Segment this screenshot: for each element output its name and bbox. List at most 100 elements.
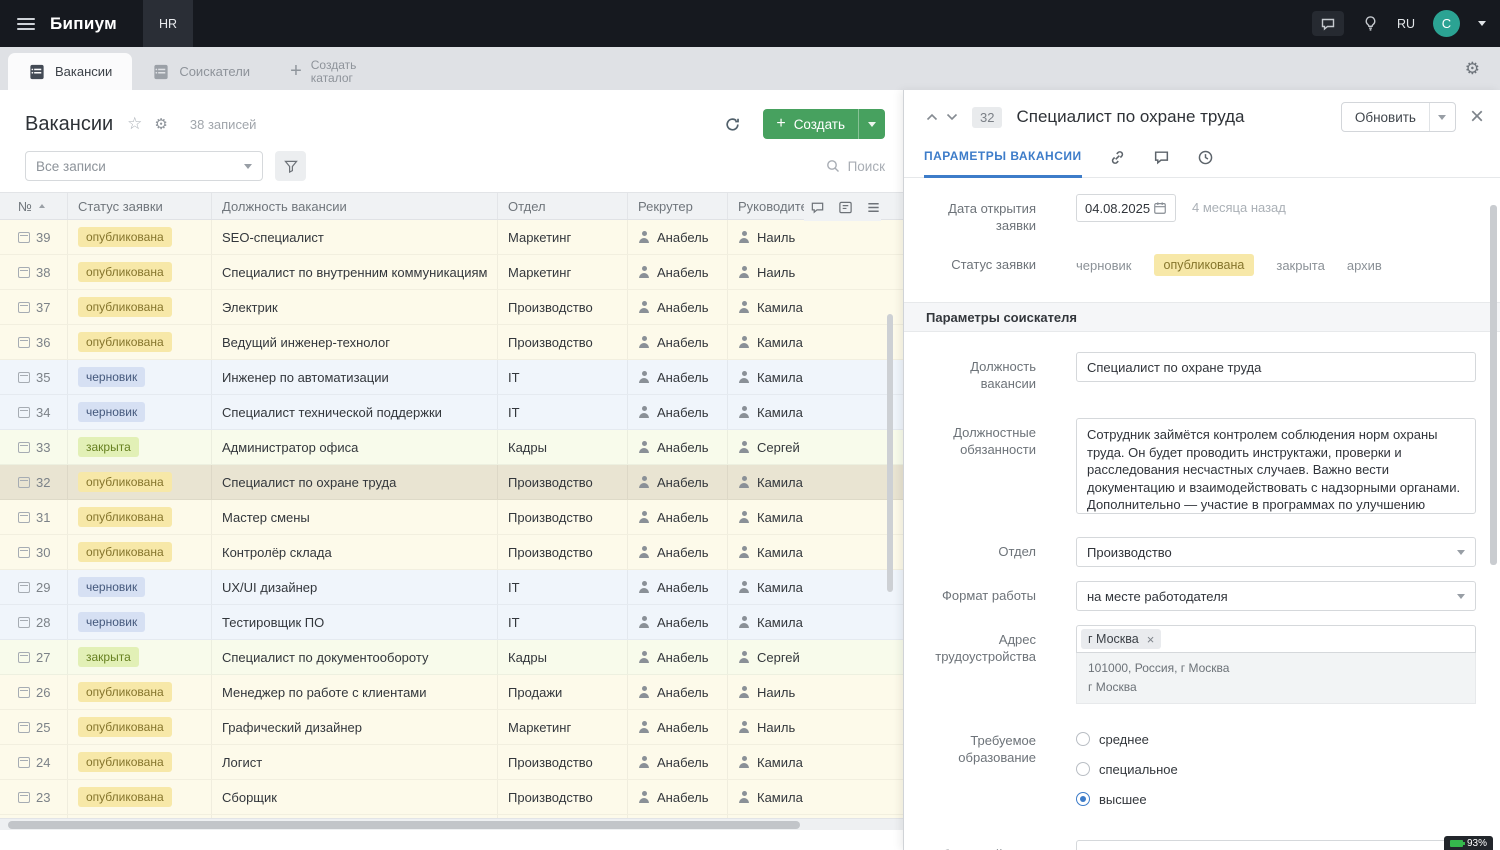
- remove-chip-icon[interactable]: ×: [1147, 633, 1155, 646]
- position-cell: Сборщик: [212, 780, 498, 814]
- status-option-published-selected[interactable]: опубликована: [1153, 254, 1255, 276]
- view-settings-icon[interactable]: [838, 200, 853, 215]
- status-badge: опубликована: [78, 787, 172, 807]
- catalog-settings-gear-icon[interactable]: ⚙: [154, 115, 167, 133]
- table-row[interactable]: 24 опубликована Логист Производство Анаб…: [0, 745, 903, 780]
- chevron-down-icon: [1457, 593, 1465, 599]
- open-date-input[interactable]: 04.08.2025: [1076, 194, 1176, 222]
- previous-record-button[interactable]: [922, 109, 942, 125]
- address-input[interactable]: г Москва ×: [1076, 625, 1476, 653]
- column-header-department[interactable]: Отдел: [498, 193, 628, 219]
- record-calendar-icon: [18, 406, 30, 418]
- tab-vacancies[interactable]: Вакансии: [8, 53, 133, 90]
- filter-button[interactable]: [275, 151, 306, 181]
- manager-cell: Камила: [757, 474, 803, 490]
- duties-textarea[interactable]: Сотрудник займётся контролем соблюдения …: [1076, 418, 1476, 514]
- create-record-split-button[interactable]: + Создать: [763, 109, 885, 139]
- tab-applicants[interactable]: Соискатели: [132, 53, 270, 90]
- address-suggestion[interactable]: 101000, Россия, г Москва г Москва: [1076, 653, 1476, 704]
- status-option-closed[interactable]: закрыта: [1276, 258, 1325, 273]
- status-option-archive[interactable]: архив: [1347, 258, 1382, 273]
- search-input[interactable]: Поиск: [826, 159, 885, 174]
- manager-cell: Наиль: [757, 684, 796, 700]
- column-header-num[interactable]: №: [0, 193, 68, 219]
- chevron-down-icon: [868, 121, 876, 127]
- next-record-button[interactable]: [942, 109, 962, 125]
- manager-cell: Камила: [757, 544, 803, 560]
- person-icon: [638, 616, 650, 628]
- refresh-button[interactable]: [715, 109, 749, 139]
- table-row[interactable]: 33 закрыта Администратор офиса Кадры Ана…: [0, 430, 903, 465]
- language-switcher[interactable]: RU: [1397, 17, 1415, 31]
- position-cell: Электрик: [212, 290, 498, 324]
- update-button[interactable]: Обновить: [1342, 110, 1429, 125]
- education-option-special[interactable]: специальное: [1076, 756, 1178, 782]
- comments-column-icon[interactable]: [810, 200, 825, 215]
- horizontal-scrollbar-thumb[interactable]: [8, 821, 800, 829]
- record-calendar-icon: [18, 441, 30, 453]
- table-row[interactable]: 27 закрыта Специалист по документооборот…: [0, 640, 903, 675]
- tips-button[interactable]: [1362, 15, 1379, 32]
- column-header-recruiter[interactable]: Рекрутер: [628, 193, 728, 219]
- education-option-higher-selected[interactable]: высшее: [1076, 786, 1178, 812]
- create-record-dropdown[interactable]: [858, 109, 885, 139]
- table-vertical-scrollbar[interactable]: [887, 314, 893, 592]
- position-cell: Специалист по охране труда: [212, 465, 498, 499]
- position-input[interactable]: [1076, 352, 1476, 382]
- hamburger-menu-icon[interactable]: [17, 17, 35, 30]
- column-header-position[interactable]: Должность вакансии: [212, 193, 498, 219]
- work-format-select[interactable]: на месте работодателя: [1076, 581, 1476, 611]
- column-header-status[interactable]: Статус заявки: [68, 193, 212, 219]
- status-option-draft[interactable]: черновик: [1076, 258, 1132, 273]
- horizontal-scrollbar-track[interactable]: [0, 818, 903, 830]
- workspace-settings-gear-icon[interactable]: ⚙: [1465, 59, 1480, 79]
- table-row[interactable]: 25 опубликована Графический дизайнер Мар…: [0, 710, 903, 745]
- person-icon: [738, 371, 750, 383]
- experience-textarea[interactable]: Опыт работы от 2 лет в охране труда. Зна…: [1076, 840, 1476, 850]
- calendar-icon[interactable]: [1153, 201, 1167, 215]
- history-clock-icon[interactable]: [1197, 149, 1214, 166]
- view-filter-select[interactable]: Все записи: [25, 151, 263, 181]
- table-row[interactable]: 34 черновик Специалист технической подде…: [0, 395, 903, 430]
- favorite-star-icon[interactable]: ☆: [127, 114, 142, 134]
- department-select[interactable]: Производство: [1076, 537, 1476, 567]
- table-row[interactable]: 32 опубликована Специалист по охране тру…: [0, 465, 903, 500]
- list-view-icon[interactable]: [866, 200, 881, 215]
- table-row[interactable]: 39 опубликована SEO-специалист Маркетинг…: [0, 220, 903, 255]
- detail-vertical-scrollbar[interactable]: [1490, 205, 1497, 565]
- table-row[interactable]: 30 опубликована Контролёр склада Произво…: [0, 535, 903, 570]
- table-row[interactable]: 26 опубликована Менеджер по работе с кли…: [0, 675, 903, 710]
- messages-button[interactable]: [1311, 11, 1344, 36]
- table-row[interactable]: 29 черновик UX/UI дизайнер IT Анабель Ка…: [0, 570, 903, 605]
- workspace-tab-hr[interactable]: HR: [143, 0, 194, 47]
- person-icon: [638, 686, 650, 698]
- person-icon: [638, 721, 650, 733]
- status-badge: опубликована: [78, 472, 172, 492]
- table-row[interactable]: 38 опубликована Специалист по внутренним…: [0, 255, 903, 290]
- education-option-secondary[interactable]: среднее: [1076, 726, 1178, 752]
- table-row[interactable]: 36 опубликована Ведущий инженер-технолог…: [0, 325, 903, 360]
- link-icon[interactable]: [1109, 149, 1126, 166]
- person-icon: [638, 301, 650, 313]
- account-menu-caret-icon[interactable]: [1478, 21, 1486, 26]
- table-row[interactable]: 28 черновик Тестировщик ПО IT Анабель Ка…: [0, 605, 903, 640]
- position-cell: Графический дизайнер: [212, 710, 498, 744]
- table-row[interactable]: 31 опубликована Мастер смены Производств…: [0, 500, 903, 535]
- table-row[interactable]: 35 черновик Инженер по автоматизации IT …: [0, 360, 903, 395]
- department-cell: IT: [498, 605, 628, 639]
- avatar[interactable]: C: [1433, 10, 1460, 37]
- update-split-button[interactable]: Обновить: [1340, 102, 1456, 132]
- record-number: 26: [36, 684, 51, 700]
- table-row[interactable]: 23 опубликована Сборщик Производство Ана…: [0, 780, 903, 815]
- person-icon: [738, 231, 750, 243]
- person-icon: [638, 336, 650, 348]
- table-row[interactable]: 37 опубликована Электрик Производство Ан…: [0, 290, 903, 325]
- manager-cell: Камила: [757, 369, 803, 385]
- position-cell: Менеджер по работе с клиентами: [212, 675, 498, 709]
- comments-tab-icon[interactable]: [1153, 149, 1170, 166]
- close-icon[interactable]: ×: [1470, 105, 1484, 129]
- tab-vacancy-params[interactable]: ПАРАМЕТРЫ ВАКАНСИИ: [924, 138, 1082, 178]
- create-record-button[interactable]: + Создать: [763, 116, 858, 132]
- update-dropdown[interactable]: [1428, 103, 1455, 131]
- create-catalog-button[interactable]: + Создать каталог: [270, 53, 405, 90]
